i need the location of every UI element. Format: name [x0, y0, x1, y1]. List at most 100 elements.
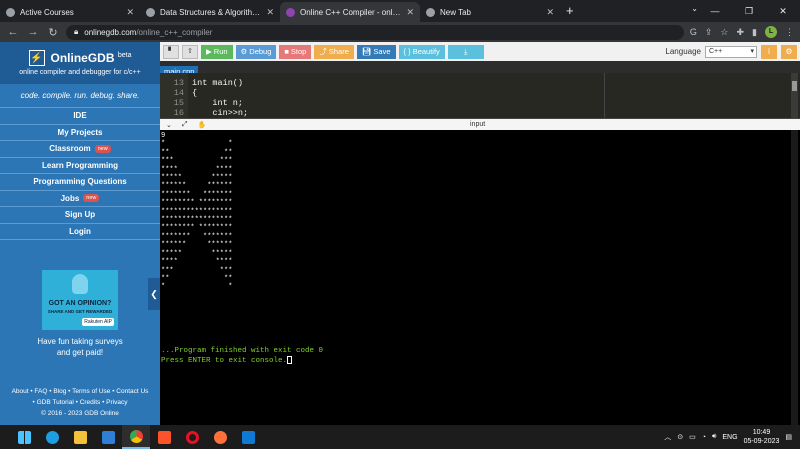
chrome-icon[interactable]: [122, 425, 150, 449]
ide-toolbar: ▘ ⇧ ▶ Run ⚙ Debug ■ Stop ⤴ Share 💾︎ Save { } …: [160, 42, 800, 61]
language-select[interactable]: C++: [705, 45, 757, 58]
ad-caption[interactable]: Have fun taking surveys and get paid!: [0, 336, 160, 358]
share-icon[interactable]: ⇪: [705, 27, 713, 38]
survey-ad-banner[interactable]: GOT AN OPINION? SHARE AND GET REWARDED R…: [42, 270, 118, 330]
exit-message: ...Program finished with exit code 0 Pres…: [161, 347, 324, 365]
new-tab-button[interactable]: +: [560, 2, 580, 22]
expand-icon[interactable]: ⤢: [182, 121, 188, 129]
editor-scrollbar[interactable]: [791, 73, 798, 118]
menu-kebab-icon[interactable]: ⋮: [785, 27, 794, 38]
url-input[interactable]: 🔒︎ onlinegdb.com/online_c++_compiler: [66, 24, 684, 40]
new-file-icon[interactable]: ▘: [163, 44, 179, 59]
file-explorer-icon[interactable]: [66, 425, 94, 449]
save-button[interactable]: 💾︎ Save: [356, 44, 396, 59]
restore-icon[interactable]: ❐: [732, 6, 766, 17]
edge-icon[interactable]: [38, 425, 66, 449]
ad-sponsor: Rakuten AIP: [82, 318, 114, 326]
start-windows-icon[interactable]: [10, 425, 38, 449]
info-icon[interactable]: i: [761, 44, 777, 59]
lock-icon: 🔒︎: [74, 27, 79, 36]
footer-links[interactable]: About • FAQ • Blog • Terms of Use • Cont…: [0, 386, 160, 397]
tray-app-icon[interactable]: ⊙: [677, 433, 683, 441]
mail-icon[interactable]: [94, 425, 122, 449]
run-button[interactable]: ▶ Run: [201, 44, 233, 59]
output-console[interactable]: 9 * * ** ** *** *** **** **** ***** ****…: [160, 130, 800, 425]
minimize-icon[interactable]: —: [698, 6, 732, 16]
network-icon[interactable]: ◔: [702, 434, 706, 441]
tab-favicon-icon: [426, 7, 435, 17]
sidebar-item-sign-up[interactable]: Sign Up: [0, 207, 160, 224]
language-selector: Language C++ i ⚙: [665, 44, 797, 59]
sidebar-item-jobs[interactable]: Jobs new: [0, 191, 160, 207]
language-indicator[interactable]: ENG: [722, 434, 737, 441]
code-editor[interactable]: 13 int main() 14{ 15 int n; 16 cin>>n;: [160, 73, 800, 119]
browser-tab-3[interactable]: Online C++ Compiler - online ed... ✕: [280, 2, 420, 22]
close-tab-icon[interactable]: ✕: [546, 7, 554, 18]
clock[interactable]: 10:49 05-09-2023: [744, 428, 780, 446]
url-host: onlinegdb.com: [84, 27, 137, 37]
sidebar-item-login[interactable]: Login: [0, 224, 160, 240]
sidebar: ⚡ OnlineGDB beta online compiler and deb…: [0, 42, 160, 425]
code-line: 16 cin>>n;: [173, 108, 249, 118]
tab-search-icon[interactable]: ⌄: [691, 4, 698, 13]
notifications-icon[interactable]: ▤: [785, 433, 792, 441]
browser-tab-1[interactable]: Active Courses ✕: [0, 2, 140, 22]
google-icon[interactable]: G: [690, 27, 697, 37]
code-line: 13 int main(): [173, 78, 244, 88]
bookmark-star-icon[interactable]: ☆: [720, 27, 728, 38]
download-button[interactable]: ⤓: [447, 44, 484, 59]
close-window-icon[interactable]: ✕: [766, 6, 800, 17]
chevron-up-icon[interactable]: ︿: [664, 432, 671, 442]
console-scrollbar[interactable]: [791, 130, 798, 425]
footer-links-2[interactable]: • GDB Tutorial • Credits • Privacy: [0, 397, 160, 408]
close-tab-icon[interactable]: ✕: [406, 7, 414, 18]
ad-headline: GOT AN OPINION?: [48, 300, 112, 307]
brand-subtitle: online compiler and debugger for c/c++: [19, 69, 141, 76]
brand-header[interactable]: ⚡ OnlineGDB beta online compiler and deb…: [0, 42, 160, 84]
browser-tab-4[interactable]: New Tab ✕: [420, 2, 560, 22]
editor-scroll-thumb[interactable]: [792, 81, 797, 91]
profile-avatar[interactable]: L: [765, 26, 777, 38]
brand-name: OnlineGDB: [50, 51, 115, 65]
copyright: © 2016 - 2023 GDB Online: [41, 410, 119, 417]
sidepanel-icon[interactable]: ▮: [752, 27, 757, 38]
extensions-icon[interactable]: ✚: [737, 27, 745, 38]
opera-icon[interactable]: [178, 425, 206, 449]
debug-button[interactable]: ⚙ Debug: [235, 44, 277, 59]
tab-title: Online C++ Compiler - online ed...: [300, 7, 402, 17]
back-icon[interactable]: ←: [6, 26, 20, 38]
beautify-button[interactable]: { } Beautify: [398, 44, 445, 59]
battery-icon[interactable]: ▭: [689, 433, 696, 441]
sidebar-item-my-projects[interactable]: My Projects: [0, 125, 160, 141]
new-badge: new: [94, 144, 111, 153]
brave-icon[interactable]: [150, 425, 178, 449]
sidebar-footer: About • FAQ • Blog • Terms of Use • Cont…: [0, 386, 160, 419]
browser-tab-2[interactable]: Data Structures & Algorithms M... ✕: [140, 2, 280, 22]
settings-gear-icon[interactable]: ⚙: [781, 44, 797, 59]
vscode-icon[interactable]: [234, 425, 262, 449]
sidebar-item-programming-questions[interactable]: Programming Questions: [0, 174, 160, 191]
ad-subline: SHARE AND GET REWARDED: [47, 309, 113, 314]
forward-icon[interactable]: →: [26, 26, 40, 38]
volume-icon[interactable]: 🔊︎: [712, 433, 716, 441]
sidebar-item-classroom[interactable]: Classroom new: [0, 141, 160, 158]
sidebar-item-learn-programming[interactable]: Learn Programming: [0, 158, 160, 174]
code-line: 15 int n;: [173, 98, 244, 108]
windows-taskbar: ︿ ⊙ ▭ ◔ 🔊︎ ENG 10:49 05-09-2023 ▤: [0, 425, 800, 449]
close-tab-icon[interactable]: ✕: [266, 7, 274, 18]
share-button[interactable]: ⤴ Share: [314, 44, 354, 59]
collapse-sidebar-button[interactable]: ❮: [148, 278, 160, 310]
download-icon: ⤓: [464, 46, 468, 56]
reload-icon[interactable]: ↻: [46, 26, 60, 39]
tab-title: Data Structures & Algorithms M...: [160, 7, 262, 17]
sidebar-item-ide[interactable]: IDE: [0, 108, 160, 125]
new-badge: new: [83, 194, 100, 203]
io-header: ⌄ ⤢ ✋ input: [160, 119, 800, 130]
upload-icon[interactable]: ⇧: [182, 44, 198, 59]
stop-button[interactable]: ■ Stop: [279, 44, 312, 59]
close-tab-icon[interactable]: ✕: [126, 7, 134, 18]
input-label[interactable]: input: [470, 119, 485, 130]
chevron-down-icon[interactable]: ⌄: [166, 121, 172, 129]
clear-icon[interactable]: ✋: [197, 121, 206, 129]
firefox-icon[interactable]: [206, 425, 234, 449]
